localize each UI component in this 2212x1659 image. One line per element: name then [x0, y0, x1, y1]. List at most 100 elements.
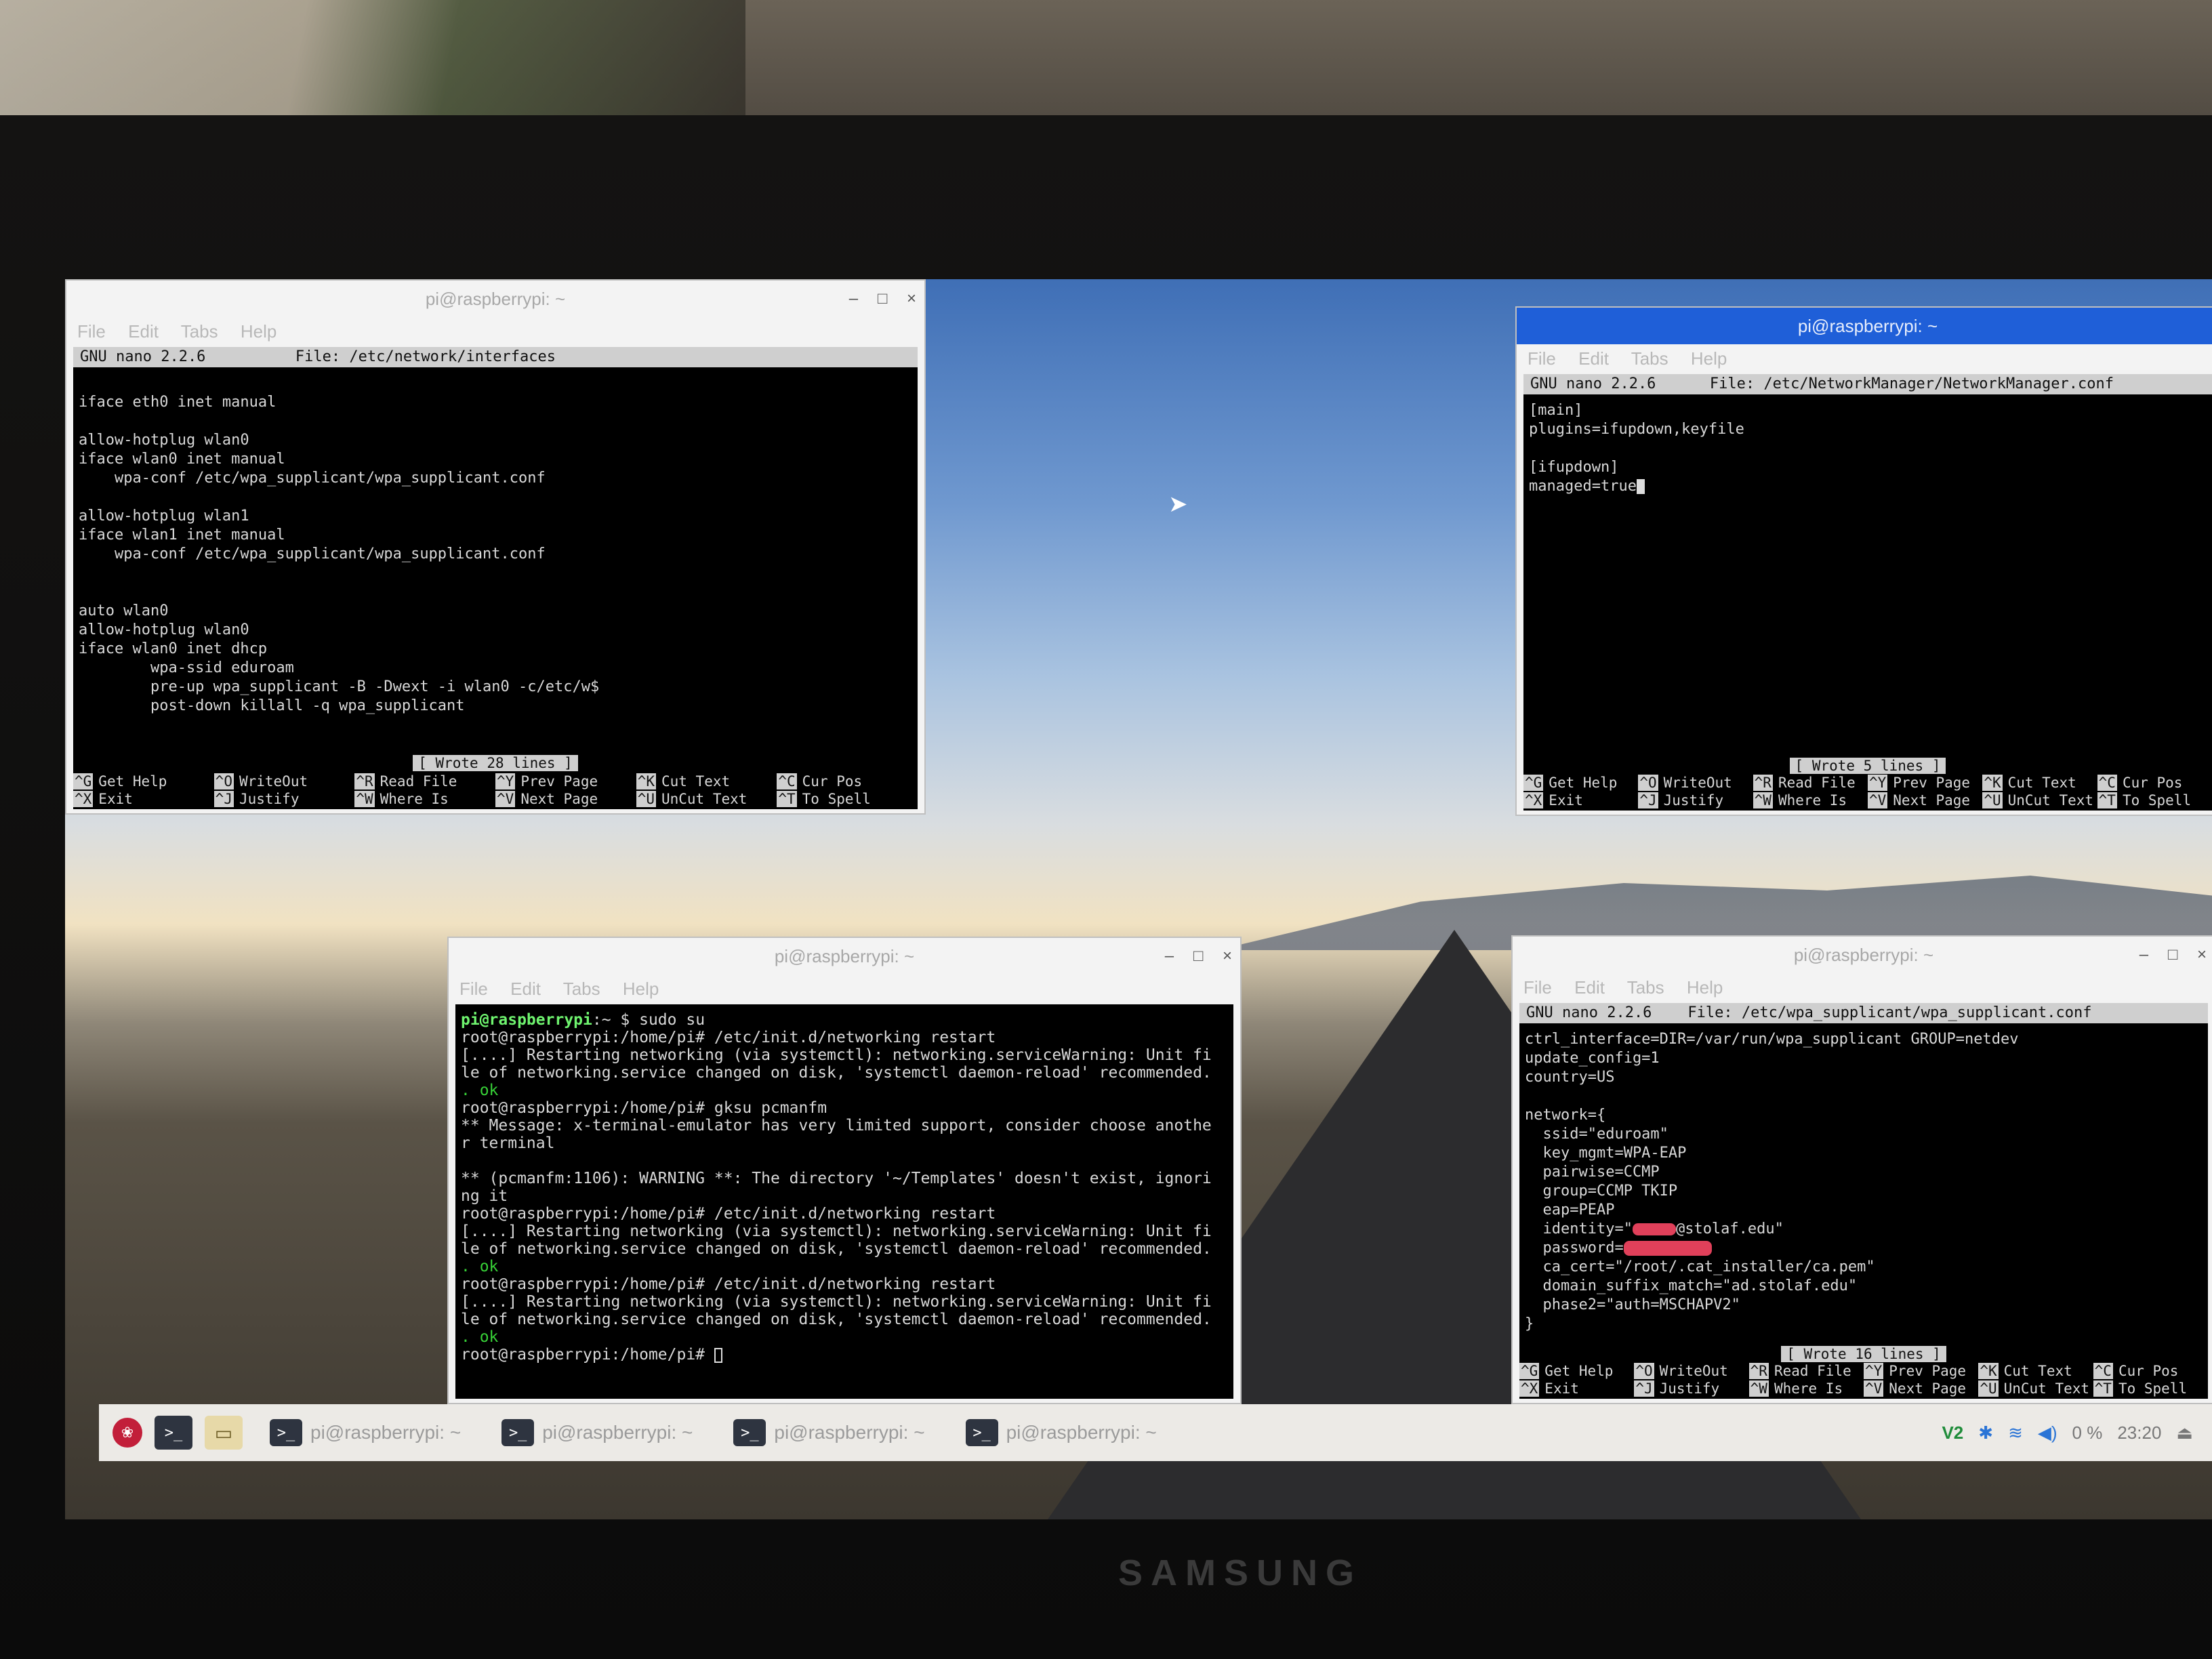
menu-tabs[interactable]: Tabs	[1631, 348, 1668, 369]
shortcut-key: ^W Where Is	[1753, 792, 1868, 809]
window-titlebar[interactable]: pi@raspberrypi: ~ – □ ×	[66, 281, 924, 317]
menu-help[interactable]: Help	[623, 979, 659, 999]
minimize-button[interactable]: –	[1165, 947, 1174, 965]
window-titlebar[interactable]: pi@raspberrypi: ~ – □ ×	[1513, 937, 2212, 973]
menu-help[interactable]: Help	[1691, 348, 1727, 369]
taskbar-task[interactable]: >_ pi@raspberrypi: ~	[255, 1411, 476, 1454]
eject-icon[interactable]: ⏏	[2176, 1422, 2193, 1443]
terminal-window-networkmanager[interactable]: pi@raspberrypi: ~ File Edit Tabs Help GN…	[1515, 306, 2212, 816]
menu-edit[interactable]: Edit	[510, 979, 541, 999]
bluetooth-icon[interactable]: ✱	[1978, 1422, 1993, 1443]
editor-line: post-down killall -q wpa_supplicant	[79, 697, 465, 714]
menu-bar: File Edit Tabs Help	[66, 317, 924, 346]
menu-edit[interactable]: Edit	[1578, 348, 1609, 369]
shell-line: r terminal	[461, 1134, 555, 1152]
file-manager-icon[interactable]: ▭	[205, 1416, 243, 1450]
shortcut-label: Next Page	[520, 791, 598, 807]
shortcut-combo: ^V	[495, 791, 516, 807]
vnc-icon[interactable]: V2	[1942, 1422, 1963, 1443]
menu-edit[interactable]: Edit	[1574, 977, 1605, 998]
shortcut-label: WriteOut	[1659, 1363, 1728, 1379]
shortcut-combo: ^W	[1753, 792, 1773, 808]
editor-line: update_config=1	[1525, 1050, 1660, 1067]
wifi-icon[interactable]: ≋	[2008, 1422, 2023, 1443]
minimize-button[interactable]: –	[849, 289, 858, 308]
maximize-button[interactable]: □	[878, 289, 888, 308]
window-titlebar[interactable]: pi@raspberrypi: ~ – □ ×	[449, 938, 1240, 975]
close-button[interactable]: ×	[907, 289, 916, 308]
shortcut-label: Cur Pos	[802, 773, 863, 790]
shortcut-key: ^V Next Page	[1867, 792, 1982, 809]
terminal-launcher-icon[interactable]: >_	[155, 1416, 192, 1450]
shell-line: ** Message: x-terminal-emulator has very…	[461, 1117, 1212, 1134]
nano-editor-text[interactable]: [main] plugins=ifupdown,keyfile [ifupdown…	[1523, 394, 2212, 503]
menu-help[interactable]: Help	[241, 321, 276, 342]
editor-line: }	[1525, 1315, 1534, 1332]
shortcut-combo: ^T	[2097, 792, 2117, 808]
shortcut-label: To Spell	[802, 791, 871, 807]
minimize-button[interactable]: –	[2139, 945, 2148, 964]
nano-editor-text[interactable]: iface eth0 inet manual allow-hotplug wla…	[73, 367, 918, 722]
shortcut-row: ^X Exit ^J Justify ^W Where Is ^V Next Page ^U Un…	[1519, 1380, 2208, 1397]
menu-edit[interactable]: Edit	[128, 321, 159, 342]
menu-tabs[interactable]: Tabs	[563, 979, 600, 999]
terminal-area[interactable]: GNU nano 2.2.6 File: /etc/wpa_supplicant…	[1519, 1003, 2208, 1399]
identity-key: identity="	[1525, 1221, 1633, 1237]
raspberry-menu-icon[interactable]: ❀	[112, 1418, 142, 1448]
editor-line: auto wlan0	[79, 602, 169, 619]
menu-tabs[interactable]: Tabs	[1627, 977, 1664, 998]
mouse-cursor-icon: ➤	[1168, 491, 1188, 517]
shortcut-combo: ^X	[73, 791, 94, 807]
nano-shortcut-bar: ^G Get Help ^O WriteOut ^R Read File ^Y Prev Pa…	[1519, 1362, 2208, 1397]
shortcut-key: ^R Read File	[1748, 1362, 1864, 1380]
shell-output[interactable]: pi@raspberrypi:~ $ sudo su root@raspberr…	[455, 1004, 1233, 1370]
close-button[interactable]: ×	[1223, 947, 1232, 965]
window-titlebar[interactable]: pi@raspberrypi: ~	[1517, 308, 2212, 344]
task-label: pi@raspberrypi: ~	[774, 1422, 925, 1443]
shell-line: root@raspberrypi:/home/pi# /etc/init.d/n…	[461, 1275, 996, 1293]
taskbar-task[interactable]: >_ pi@raspberrypi: ~	[718, 1411, 939, 1454]
nano-version: GNU nano 2.2.6	[1526, 1004, 1652, 1021]
volume-icon[interactable]: ◀)	[2038, 1422, 2057, 1443]
menu-file[interactable]: File	[1528, 348, 1556, 369]
nano-version: GNU nano 2.2.6	[1530, 375, 1656, 392]
shortcut-key: ^Y Prev Page	[1863, 1362, 1978, 1380]
editor-line: iface wlan1 inet manual	[79, 527, 285, 544]
nano-header: GNU nano 2.2.6 File: /etc/NetworkManager…	[1523, 374, 2212, 394]
nano-status-message: [ Wrote 5 lines ]	[1789, 758, 1946, 774]
editor-line: domain_suffix_match="ad.stolaf.edu"	[1525, 1277, 1858, 1294]
editor-line: iface wlan0 inet dhcp	[79, 640, 268, 657]
terminal-window-shell[interactable]: pi@raspberrypi: ~ – □ × File Edit Tabs H…	[447, 937, 1242, 1404]
shortcut-combo: ^Y	[1863, 1363, 1884, 1379]
terminal-window-interfaces[interactable]: pi@raspberrypi: ~ – □ × File Edit Tabs H…	[65, 279, 926, 815]
taskbar-task[interactable]: >_ pi@raspberrypi: ~	[951, 1411, 1172, 1454]
clock[interactable]: 23:20	[2117, 1422, 2161, 1443]
shortcut-combo: ^K	[636, 773, 656, 790]
close-button[interactable]: ×	[2197, 945, 2207, 964]
menu-file[interactable]: File	[459, 979, 488, 999]
nano-editor-text[interactable]: ctrl_interface=DIR=/var/run/wpa_supplica…	[1519, 1023, 2208, 1340]
task-label: pi@raspberrypi: ~	[310, 1422, 462, 1443]
shortcut-key: ^O WriteOut	[1634, 1362, 1748, 1380]
editor-line: ssid="eduroam"	[1525, 1126, 1668, 1143]
editor-line: iface eth0 inet manual	[79, 394, 276, 411]
maximize-button[interactable]: □	[2168, 945, 2178, 964]
menu-file[interactable]: File	[1523, 977, 1552, 998]
terminal-area[interactable]: GNU nano 2.2.6 File: /etc/NetworkManager…	[1523, 374, 2212, 811]
menu-help[interactable]: Help	[1687, 977, 1723, 998]
menu-file[interactable]: File	[77, 321, 106, 342]
shortcut-combo: ^Y	[495, 773, 516, 790]
menu-tabs[interactable]: Tabs	[181, 321, 218, 342]
nano-status-bar: [ Wrote 16 lines ]	[1519, 1346, 2208, 1362]
terminal-area[interactable]: pi@raspberrypi:~ $ sudo su root@raspberr…	[455, 1004, 1233, 1399]
terminal-area[interactable]: GNU nano 2.2.6 File: /etc/network/interf…	[73, 347, 918, 809]
taskbar-task[interactable]: >_ pi@raspberrypi: ~	[487, 1411, 708, 1454]
editor-line: ca_cert="/root/.cat_installer/ca.pem"	[1525, 1258, 1875, 1275]
shortcut-label: WriteOut	[1663, 775, 1732, 791]
shortcut-combo: ^W	[354, 791, 375, 807]
terminal-window-wpa-supplicant[interactable]: pi@raspberrypi: ~ – □ × File Edit Tabs H…	[1511, 935, 2212, 1404]
maximize-button[interactable]: □	[1193, 947, 1204, 965]
